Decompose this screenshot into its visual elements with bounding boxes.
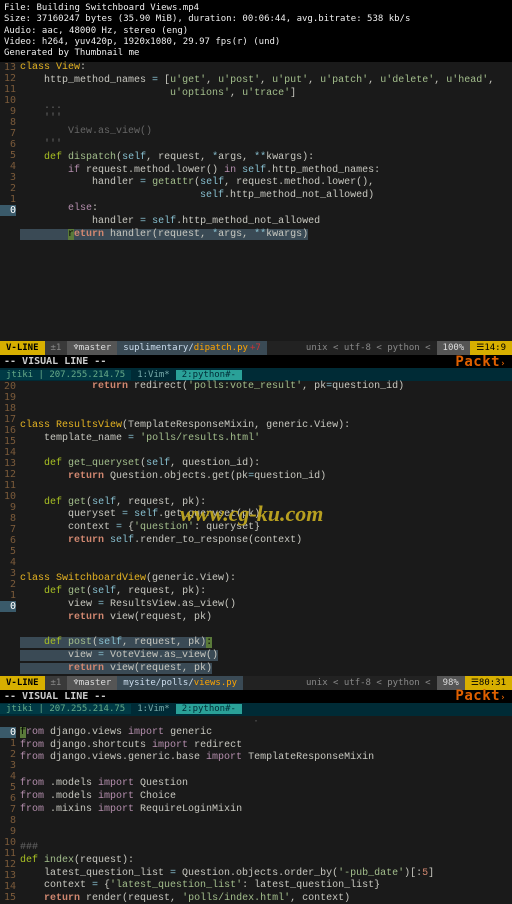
- tmux-status-1: jtiki | 207.255.214.75 1:Vim* 2:python#-: [0, 368, 512, 381]
- git-status: ±1: [45, 341, 68, 355]
- git-status: ±1: [45, 676, 68, 690]
- encoding: unix < utf-8 < python <: [300, 676, 437, 690]
- mode-indicator: V-LINE: [0, 341, 45, 355]
- meta-audio: Audio: aac, 48000 Hz, stereo (eng): [4, 26, 508, 37]
- statusline-2: V-LINE ±1 ♆ master mysite/polls/views.py…: [0, 676, 512, 690]
- packt-logo: Packt›: [455, 688, 506, 704]
- tmux-session: jtiki | 207.255.214.75: [0, 704, 131, 714]
- encoding: unix < utf-8 < python <: [300, 341, 437, 355]
- packt-logo: Packt›: [455, 354, 506, 370]
- meta-size: Size: 37160247 bytes (35.90 MiB), durati…: [4, 14, 508, 25]
- tmux-session: jtiki | 207.255.214.75: [0, 370, 131, 380]
- command-line-2[interactable]: -- VISUAL LINE -- Packt›: [0, 690, 512, 703]
- editor-pane-3: · 01 23 45 67 89 1011 1213 1415 1617 181…: [0, 716, 512, 904]
- file-path: mysite/polls/views.py: [117, 676, 243, 690]
- tmux-tab-vim[interactable]: 1:Vim*: [131, 704, 176, 714]
- code-area-2[interactable]: return redirect('polls:vote_result', pk=…: [20, 381, 512, 675]
- branch-name: ♆ master: [67, 676, 117, 690]
- gutter: 1312 1110 98 76 54 32 10: [0, 62, 20, 241]
- tmux-tab-python[interactable]: 2:python#-: [176, 704, 242, 714]
- meta-gen: Generated by Thumbnail me: [4, 48, 508, 59]
- mode-indicator: V-LINE: [0, 676, 45, 690]
- branch-name: ♆ master: [67, 341, 117, 355]
- editor-pane-1: 1312 1110 98 76 54 32 10 class View: htt…: [0, 62, 512, 368]
- meta-video: Video: h264, yuv420p, 1920x1080, 29.97 f…: [4, 37, 508, 48]
- gutter: 2019 1817 1615 1413 1211 109 87 65 43 21…: [0, 381, 20, 675]
- gutter: 01 23 45 67 89 1011 1213 1415 1617 1819 …: [0, 727, 20, 904]
- code-area-3[interactable]: from django.views import generic from dj…: [20, 727, 512, 904]
- statusline-1: V-LINE ±1 ♆ master suplimentary/dipatch.…: [0, 341, 512, 355]
- separator: ·: [0, 716, 512, 727]
- tmux-status-2: jtiki | 207.255.214.75 1:Vim* 2:python#-: [0, 703, 512, 716]
- code-area-1[interactable]: class View: http_method_names = [u'get',…: [20, 62, 512, 241]
- video-metadata: File: Building Switchboard Views.mp4 Siz…: [0, 0, 512, 62]
- file-path: suplimentary/dipatch.py+7: [117, 341, 266, 355]
- tmux-tab-vim[interactable]: 1:Vim*: [131, 370, 176, 380]
- editor-pane-2: www.cg-ku.com 2019 1817 1615 1413 1211 1…: [0, 381, 512, 702]
- command-line-1[interactable]: -- VISUAL LINE -- Packt›: [0, 355, 512, 368]
- tmux-tab-python[interactable]: 2:python#-: [176, 370, 242, 380]
- meta-file: File: Building Switchboard Views.mp4: [4, 3, 508, 14]
